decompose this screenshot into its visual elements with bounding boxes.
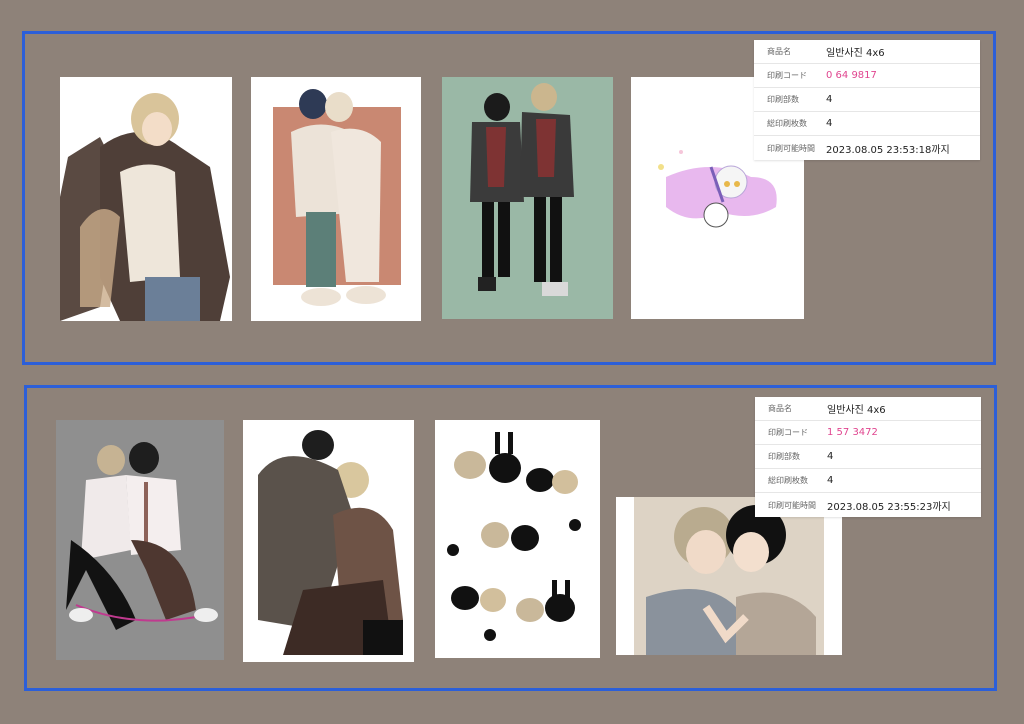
print-code-label: 印刷コード (768, 428, 808, 437)
order-info-card-1: 商品名 일반사진 4x6 印刷コード 0 64 9817 印刷部数 4 総印刷枚… (754, 40, 980, 160)
illustration-couple-gray-icon (56, 420, 224, 660)
deadline-row: 印刷可能時間 2023.08.05 23:53:18까지 (754, 136, 980, 160)
product-value: 일반사진 4x6 (827, 405, 886, 416)
deadline-value: 2023.08.05 23:55:23까지 (827, 501, 951, 513)
illustration-coat-blond-icon (60, 77, 232, 321)
print-code-value[interactable]: 0 64 9817 (826, 70, 877, 81)
photo-3[interactable] (442, 77, 613, 319)
photo-7[interactable] (435, 420, 600, 658)
illustration-couple-pink-frame-icon (251, 77, 421, 321)
sheets-row: 総印刷枚数 4 (755, 469, 981, 493)
sheets-value: 4 (826, 118, 833, 129)
photo-6[interactable] (243, 420, 414, 662)
order-info-card-2: 商品名 일반사진 4x6 印刷コード 1 57 3472 印刷部数 4 総印刷枚… (755, 397, 981, 517)
sheets-label: 総印刷枚数 (767, 119, 807, 128)
product-label: 商品名 (768, 404, 792, 413)
deadline-value: 2023.08.05 23:53:18까지 (826, 144, 950, 156)
illustration-students-green-icon (442, 77, 613, 319)
print-code-row: 印刷コード 1 57 3472 (755, 421, 981, 445)
copies-label: 印刷部数 (768, 452, 800, 461)
product-value: 일반사진 4x6 (826, 48, 885, 59)
copies-row: 印刷部数 4 (755, 445, 981, 469)
sheets-value: 4 (827, 475, 834, 486)
sheets-label: 総印刷枚数 (768, 476, 808, 485)
deadline-label: 印刷可能時間 (768, 500, 816, 510)
photo-2[interactable] (251, 77, 421, 321)
print-code-row: 印刷コード 0 64 9817 (754, 64, 980, 88)
product-row: 商品名 일반사진 4x6 (755, 397, 981, 421)
print-code-value[interactable]: 1 57 3472 (827, 427, 878, 438)
illustration-hug-white-icon (243, 420, 414, 662)
copies-row: 印刷部数 4 (754, 88, 980, 112)
copies-value: 4 (827, 451, 834, 462)
photo-8[interactable] (616, 497, 842, 655)
product-row: 商品名 일반사진 4x6 (754, 40, 980, 64)
product-label: 商品名 (767, 47, 791, 56)
deadline-row: 印刷可能時間 2023.08.05 23:55:23까지 (755, 493, 981, 517)
deadline-label: 印刷可能時間 (767, 143, 815, 153)
copies-value: 4 (826, 94, 833, 105)
print-code-label: 印刷コード (767, 71, 807, 80)
copies-label: 印刷部数 (767, 95, 799, 104)
photo-1[interactable] (60, 77, 232, 321)
illustration-chibi-bunnies-icon (435, 420, 600, 658)
illustration-kiss-icon (616, 497, 842, 655)
photo-5[interactable] (56, 420, 224, 660)
sheets-row: 総印刷枚数 4 (754, 112, 980, 136)
